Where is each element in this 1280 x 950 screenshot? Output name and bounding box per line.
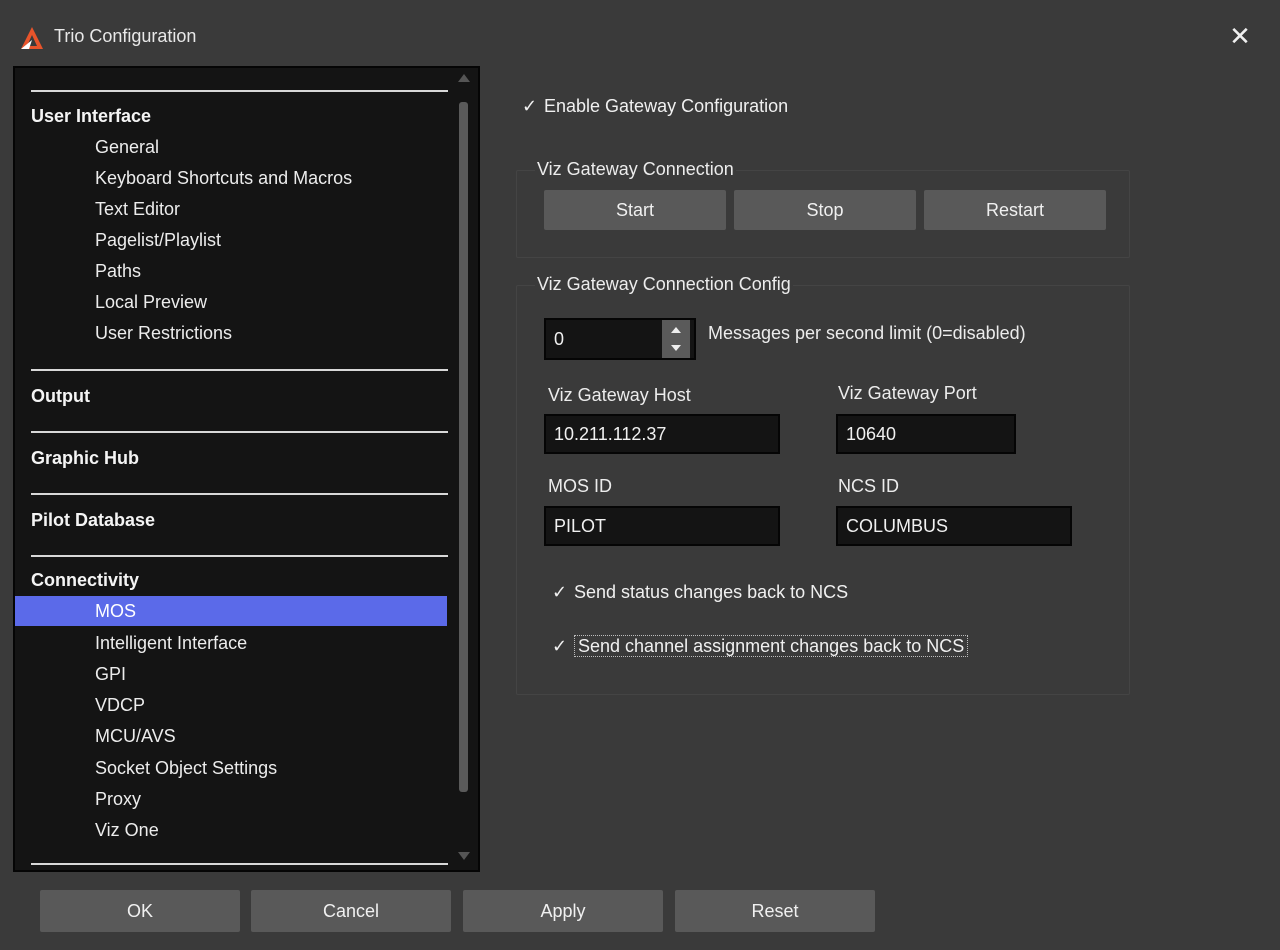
start-button[interactable]: Start	[544, 190, 726, 230]
stop-button[interactable]: Stop	[734, 190, 916, 230]
tree-item-gpi[interactable]: GPI	[95, 659, 126, 689]
checkmark-icon: ✓	[552, 636, 568, 656]
tree-separator	[31, 90, 448, 92]
tree-item-user-restrictions[interactable]: User Restrictions	[95, 318, 232, 348]
mos-id-field[interactable]: PILOT	[544, 506, 780, 546]
tree-separator	[31, 863, 448, 865]
enable-gateway-label: Enable Gateway Configuration	[544, 96, 789, 116]
tree-section-user-interface[interactable]: User Interface	[31, 106, 151, 127]
apply-button[interactable]: Apply	[463, 890, 663, 932]
tree-item-intelligent-interface[interactable]: Intelligent Interface	[95, 628, 247, 658]
tree-item-mcu-avs[interactable]: MCU/AVS	[95, 721, 176, 751]
tree-item-socket-object-settings[interactable]: Socket Object Settings	[95, 753, 277, 783]
spinbox-buttons[interactable]	[662, 320, 690, 358]
settings-tree[interactable]: User Interface General Keyboard Shortcut…	[13, 66, 480, 872]
send-status-checkbox[interactable]: ✓ Send status changes back to NCS	[552, 582, 848, 603]
tree-item-general[interactable]: General	[95, 132, 159, 162]
tree-section-connectivity[interactable]: Connectivity	[31, 570, 139, 591]
tree-item-vdcp[interactable]: VDCP	[95, 690, 145, 720]
restart-button[interactable]: Restart	[924, 190, 1106, 230]
tree-item-pagelist-playlist[interactable]: Pagelist/Playlist	[95, 225, 221, 255]
cancel-button[interactable]: Cancel	[251, 890, 451, 932]
ncs-id-label: NCS ID	[838, 476, 900, 496]
tree-item-proxy[interactable]: Proxy	[95, 784, 141, 814]
scroll-down-arrow-icon[interactable]	[458, 852, 470, 860]
viz-gateway-port-label: Viz Gateway Port	[838, 383, 977, 403]
messages-per-second-label: Messages per second limit (0=disabled)	[708, 323, 1026, 343]
tree-item-local-preview[interactable]: Local Preview	[95, 287, 207, 317]
tree-section-pilot-database[interactable]: Pilot Database	[31, 510, 155, 531]
reset-button[interactable]: Reset	[675, 890, 875, 932]
tree-section-graphic-hub[interactable]: Graphic Hub	[31, 448, 139, 469]
checkmark-icon: ✓	[522, 96, 538, 116]
ok-button[interactable]: OK	[40, 890, 240, 932]
viz-gateway-port-field[interactable]: 10640	[836, 414, 1016, 454]
window-title: Trio Configuration	[54, 26, 197, 46]
tree-separator	[31, 369, 448, 371]
tree-separator	[31, 493, 448, 495]
tree-item-text-editor[interactable]: Text Editor	[95, 194, 180, 224]
tree-item-paths[interactable]: Paths	[95, 256, 141, 286]
viz-gateway-connection-title: Viz Gateway Connection	[535, 159, 736, 180]
viz-gateway-connection-config-title: Viz Gateway Connection Config	[535, 274, 793, 295]
send-channel-assignment-label: Send channel assignment changes back to …	[574, 635, 969, 657]
scroll-up-arrow-icon[interactable]	[458, 74, 470, 82]
title-bar: Trio Configuration ✕	[0, 0, 1280, 66]
send-status-label: Send status changes back to NCS	[574, 582, 849, 602]
spin-up-arrow-icon[interactable]	[671, 327, 681, 333]
tree-item-viz-one[interactable]: Viz One	[95, 815, 159, 845]
tree-item-keyboard-shortcuts[interactable]: Keyboard Shortcuts and Macros	[95, 163, 352, 193]
checkmark-icon: ✓	[552, 582, 568, 602]
mos-id-label: MOS ID	[548, 476, 613, 496]
tree-section-output[interactable]: Output	[31, 386, 90, 407]
scroll-thumb[interactable]	[459, 102, 468, 792]
send-channel-assignment-checkbox[interactable]: ✓ Send channel assignment changes back to…	[552, 635, 969, 657]
close-icon[interactable]: ✕	[1222, 22, 1258, 52]
viz-gateway-host-label: Viz Gateway Host	[548, 385, 691, 405]
tree-separator	[31, 555, 448, 557]
spin-down-arrow-icon[interactable]	[671, 345, 681, 351]
ncs-id-field[interactable]: COLUMBUS	[836, 506, 1072, 546]
tree-item-mos[interactable]: MOS	[15, 596, 447, 626]
trio-logo-icon	[21, 27, 43, 49]
tree-scrollbar[interactable]	[455, 70, 475, 866]
viz-gateway-host-field[interactable]: 10.211.112.37	[544, 414, 780, 454]
enable-gateway-checkbox[interactable]: ✓ Enable Gateway Configuration	[522, 96, 788, 117]
tree-separator	[31, 431, 448, 433]
